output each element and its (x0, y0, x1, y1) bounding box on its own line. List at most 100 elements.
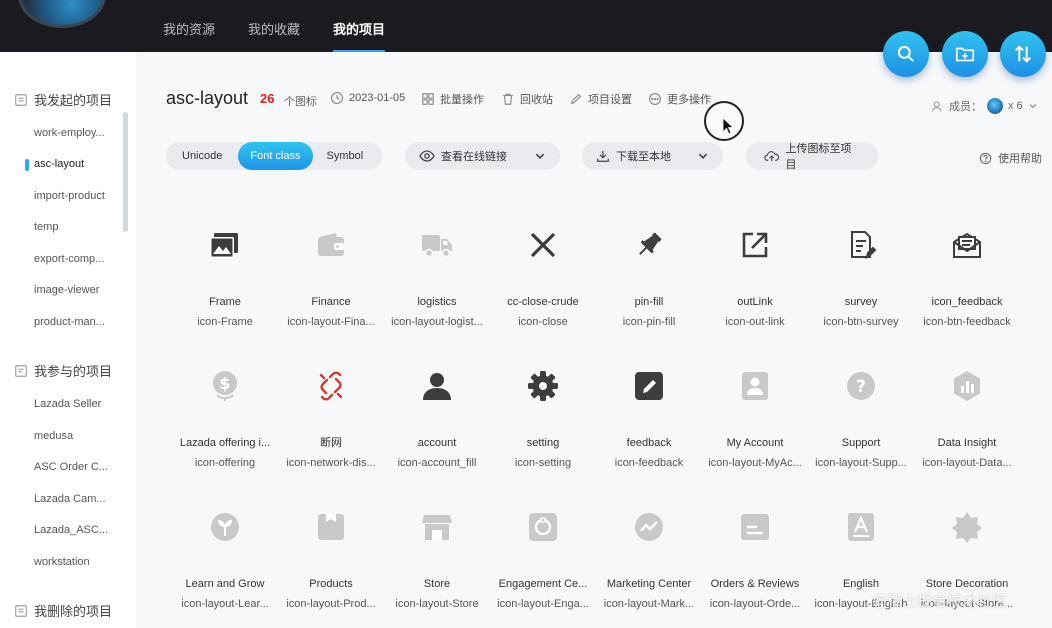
svg-text:?: ? (856, 377, 866, 397)
icon-card-data-insight[interactable]: Data Insight icon-layout-Data... (914, 368, 1020, 470)
icon-card-products[interactable]: Products icon-layout-Prod... (278, 509, 384, 611)
external-link-icon (742, 232, 768, 258)
icon-card-network-disconnected[interactable]: 断网 icon-network-dis... (278, 368, 384, 470)
account-card-icon (742, 372, 768, 400)
sidebar-group-deleted[interactable]: 我删除的项目 (14, 601, 112, 620)
more-icon (649, 93, 661, 105)
sidebar-item[interactable]: product-man... (34, 316, 105, 328)
sidebar-scrollbar[interactable] (123, 112, 128, 232)
members[interactable]: 成员： x 6 (931, 98, 1038, 114)
sidebar-group-title: 我参与的项目 (34, 364, 113, 379)
sidebar-group-title: 我发起的项目 (34, 93, 113, 108)
sidebar-item[interactable]: Lazada_ASC... (34, 524, 108, 536)
sidebar: 我发起的项目 work-employ... asc-layout import-… (0, 52, 138, 628)
badge-icon (952, 512, 982, 543)
upload-icons-button[interactable]: 上传图标至项目 (746, 142, 878, 171)
eye-icon (419, 150, 435, 162)
download-icon (597, 150, 609, 162)
icon-card-survey[interactable]: survey icon-btn-survey (808, 227, 914, 329)
cloud-upload-icon (764, 151, 780, 162)
grid-icon (422, 93, 434, 105)
watermark: @稀土掘金技术社区 (872, 593, 1008, 610)
sidebar-group-title: 我删除的项目 (34, 604, 113, 619)
sidebar-item[interactable]: import-product (34, 190, 105, 202)
wallet-icon (318, 233, 344, 256)
box-icon (318, 514, 344, 540)
icon-card-close[interactable]: cc-close-crude icon-close (490, 227, 596, 329)
pencil-icon (570, 93, 582, 105)
sidebar-item[interactable]: ASC Order C... (34, 461, 108, 473)
svg-text:$: $ (219, 374, 230, 393)
icon-count-unit: 个图标 (284, 96, 317, 108)
download-button[interactable]: 下载至本地 (582, 142, 723, 170)
icon-card-offering[interactable]: $ Lazada offering i... icon-offering (172, 368, 278, 470)
sidebar-item-active[interactable]: asc-layout (34, 158, 84, 170)
icon-card-store[interactable]: Store icon-layout-Store (384, 509, 490, 611)
image-icon (210, 233, 238, 258)
icon-card-engagement[interactable]: Engagement Ce... icon-layout-Enga... (490, 509, 596, 611)
batch-operation-button[interactable]: 批量操作 (421, 91, 484, 107)
nav-my-projects[interactable]: 我的项目 (333, 0, 386, 52)
help-link[interactable]: 使用帮助 (979, 150, 1042, 166)
more-actions-button[interactable]: 更多操作 (648, 91, 711, 107)
top-nav: 我的资源 我的收藏 我的项目 (163, 0, 386, 52)
list-icon (14, 604, 28, 618)
tab-unicode[interactable]: Unicode (166, 142, 238, 170)
project-date: 2023-01-05 (330, 91, 405, 105)
list-icon (14, 93, 28, 107)
sidebar-item[interactable]: Lazada Seller (34, 398, 101, 410)
sidebar-item[interactable]: workstation (34, 556, 90, 568)
clock-icon (331, 92, 343, 104)
project-title: asc-layout (166, 88, 249, 108)
code-type-switch: Unicode Font class Symbol (166, 142, 382, 170)
close-icon (530, 232, 556, 258)
dollar-icon: $ (213, 371, 237, 401)
chevron-down-icon (1029, 104, 1037, 109)
icon-card-outlink[interactable]: outLink icon-out-link (702, 227, 808, 329)
logo[interactable] (18, 0, 106, 28)
help-circle-icon (979, 152, 992, 164)
icon-card-feedback[interactable]: feedback icon-feedback (596, 368, 702, 470)
mouse-cursor-icon (722, 117, 734, 135)
sidebar-item[interactable]: temp (34, 221, 58, 233)
sidebar-item[interactable]: medusa (34, 430, 73, 442)
broken-link-icon (319, 371, 343, 401)
chevron-down-icon (698, 153, 708, 159)
sidebar-group-participated[interactable]: 我参与的项目 (14, 361, 112, 380)
list-icon (14, 364, 28, 378)
sidebar-item[interactable]: Lazada Cam... (34, 493, 106, 505)
user-icon (423, 373, 451, 400)
tab-font-class[interactable]: Font class (238, 142, 313, 170)
project-settings-button[interactable]: 项目设置 (569, 91, 632, 107)
icon-card-pin-fill[interactable]: pin-fill icon-pin-fill (596, 227, 702, 329)
nav-my-favorites[interactable]: 我的收藏 (248, 0, 300, 52)
icon-count: 26 (260, 91, 275, 106)
sidebar-item[interactable]: work-employ... (34, 127, 105, 139)
letter-a-icon (848, 513, 874, 541)
icon-card-frame[interactable]: Frame icon-Frame (172, 227, 278, 329)
sidebar-item[interactable]: export-comp... (34, 253, 104, 265)
nav-my-resources[interactable]: 我的资源 (163, 0, 215, 52)
chart-icon (954, 371, 980, 401)
view-online-link-button[interactable]: 查看在线链接 (405, 142, 560, 170)
sidebar-item[interactable]: image-viewer (34, 284, 99, 296)
icon-card-account[interactable]: account icon-account_fill (384, 368, 490, 470)
sidebar-group-initiated[interactable]: 我发起的项目 (14, 90, 112, 109)
store-icon (422, 515, 452, 540)
engagement-icon (529, 513, 557, 541)
icon-card-learn-and-grow[interactable]: Learn and Grow icon-layout-Lear... (172, 509, 278, 611)
sprout-icon (211, 513, 239, 541)
question-icon: ? (847, 372, 875, 400)
icon-card-my-account[interactable]: My Account icon-layout-MyAc... (702, 368, 808, 470)
icon-card-setting[interactable]: setting icon-setting (490, 368, 596, 470)
edit-icon (635, 372, 663, 400)
icon-card-finance[interactable]: Finance icon-layout-Fina... (278, 227, 384, 329)
icon-card-support[interactable]: ? Support icon-layout-Supp... (808, 368, 914, 470)
recycle-bin-button[interactable]: 回收站 (501, 91, 553, 107)
tab-symbol[interactable]: Symbol (313, 142, 378, 170)
icon-card-orders-reviews[interactable]: Orders & Reviews icon-layout-Orde... (702, 509, 808, 611)
icon-card-logistics[interactable]: logistics icon-layout-logist... (384, 227, 490, 329)
gear-icon (528, 371, 558, 401)
icon-card-icon-feedback[interactable]: icon_feedback icon-btn-feedback (914, 227, 1020, 329)
icon-card-marketing-center[interactable]: Marketing Center icon-layout-Mark... (596, 509, 702, 611)
